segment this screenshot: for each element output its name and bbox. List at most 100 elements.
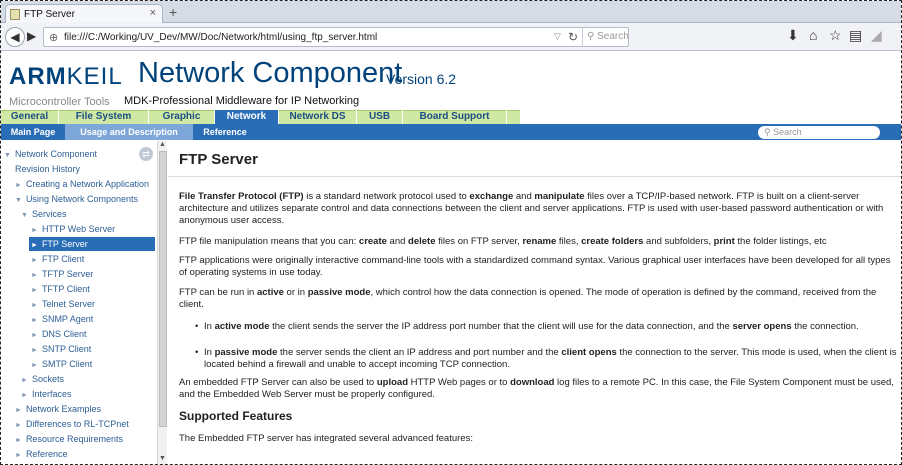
collapsed-arrow-icon[interactable]: ► bbox=[31, 287, 38, 294]
menu-tab-graphic[interactable]: Graphic bbox=[149, 110, 215, 124]
collapsed-arrow-icon[interactable]: ► bbox=[31, 257, 38, 264]
sidebar-item-differences-to-rl-tcpnet[interactable]: ► Differences to RL-TCPnet bbox=[15, 417, 129, 431]
paragraph-applications: FTP applications were originally interac… bbox=[179, 255, 891, 278]
expanded-arrow-icon[interactable]: ▼ bbox=[4, 152, 11, 159]
doc-search-placeholder: Search bbox=[773, 127, 802, 137]
text-run: FTP file manipulation means that you can… bbox=[179, 236, 359, 247]
url-text[interactable]: file:///C:/Working/UV_Dev/MW/Doc/Network… bbox=[64, 32, 377, 43]
collapsed-arrow-icon[interactable]: ► bbox=[15, 182, 22, 189]
sidebar-item-label: Network Examples bbox=[25, 404, 101, 414]
bold-term: delete bbox=[408, 236, 436, 247]
search-icon: ⚲ bbox=[587, 31, 598, 42]
home-icon[interactable]: ⌂ bbox=[809, 27, 817, 43]
collapsed-arrow-icon[interactable]: ► bbox=[31, 302, 38, 309]
collapsed-arrow-icon[interactable]: ► bbox=[31, 347, 38, 354]
collapsed-arrow-icon[interactable]: ► bbox=[15, 407, 22, 414]
paragraph-upload-download: An embedded FTP Server can also be used … bbox=[179, 377, 901, 401]
text-run: the connection. bbox=[791, 321, 859, 332]
pocket-icon[interactable]: ◢ bbox=[871, 27, 882, 44]
menu-tab-general[interactable]: General bbox=[1, 110, 59, 124]
section-tab-reference[interactable]: Reference bbox=[193, 124, 257, 140]
expanded-arrow-icon[interactable]: ▼ bbox=[15, 197, 22, 204]
menu-tab-network[interactable]: Network bbox=[215, 110, 279, 124]
back-icon[interactable]: ◀ bbox=[5, 27, 25, 47]
collapsed-arrow-icon[interactable]: ► bbox=[21, 377, 28, 384]
search-field[interactable]: ⚲ Search bbox=[582, 28, 630, 46]
paragraph-ftp-intro: File Transfer Protocol (FTP) is a standa… bbox=[179, 191, 901, 227]
section-tab-usage-and-description[interactable]: Usage and Description bbox=[65, 124, 193, 140]
section-tab-main-page[interactable]: Main Page bbox=[1, 124, 65, 140]
sidebar-item-tftp-client[interactable]: ► TFTP Client bbox=[31, 282, 90, 296]
new-tab-button[interactable]: + bbox=[169, 4, 177, 20]
sidebar-item-label: Creating a Network Application bbox=[25, 179, 150, 189]
sidebar-item-smtp-client[interactable]: ► SMTP Client bbox=[31, 357, 92, 371]
sidebar-item-sntp-client[interactable]: ► SNTP Client bbox=[31, 342, 91, 356]
menu-tab-network-ds[interactable]: Network DS bbox=[279, 110, 357, 124]
globe-icon: ⊕ bbox=[49, 32, 59, 44]
sidebar-item-using-network-components[interactable]: ▼ Using Network Components bbox=[15, 192, 138, 206]
sidebar-item-reference[interactable]: ► Reference bbox=[15, 447, 67, 461]
expanded-arrow-icon[interactable]: ▼ bbox=[21, 212, 28, 219]
sidebar-item-label: FTP Client bbox=[41, 254, 85, 264]
sidebar-item-services[interactable]: ▼ Services bbox=[21, 207, 66, 221]
bookmark-star-icon[interactable]: ☆ bbox=[829, 27, 842, 44]
bookmarks-list-icon[interactable]: ▤ bbox=[849, 27, 862, 44]
menu-tab-usb[interactable]: USB bbox=[357, 110, 403, 124]
text-run: HTTP Web pages or to bbox=[408, 377, 511, 388]
sidebar-item-interfaces[interactable]: ► Interfaces bbox=[21, 387, 71, 401]
sidebar-item-ftp-server[interactable]: ► FTP Server bbox=[29, 237, 155, 251]
scroll-up-icon[interactable]: ▲ bbox=[159, 141, 166, 148]
collapsed-arrow-icon[interactable]: ► bbox=[31, 242, 38, 249]
sidebar-item-network-component[interactable]: ▼ Network Component bbox=[4, 147, 97, 161]
menu-tab-board-support[interactable]: Board Support bbox=[403, 110, 507, 124]
scroll-down-icon[interactable]: ▼ bbox=[159, 455, 166, 462]
download-icon[interactable]: ⬇ bbox=[787, 27, 799, 44]
collapsed-arrow-icon[interactable]: ► bbox=[31, 227, 38, 234]
sidebar-item-http-web-server[interactable]: ► HTTP Web Server bbox=[31, 222, 115, 236]
sidebar-item-label: SNMP Agent bbox=[41, 314, 94, 324]
sidebar-item-label: Sockets bbox=[31, 374, 64, 384]
sidebar-scrollbar[interactable]: ▲ ▼ bbox=[157, 141, 167, 464]
bold-term: create bbox=[358, 236, 387, 247]
collapsed-arrow-icon[interactable]: ► bbox=[15, 437, 22, 444]
sidebar-item-dns-client[interactable]: ► DNS Client bbox=[31, 327, 86, 341]
page-title: FTP Server bbox=[179, 151, 258, 168]
url-dropdown-icon[interactable]: ▽ bbox=[554, 31, 561, 42]
sidebar-item-resource-requirements[interactable]: ► Resource Requirements bbox=[15, 432, 123, 446]
collapsed-arrow-icon[interactable]: ► bbox=[21, 392, 28, 399]
collapsed-arrow-icon[interactable]: ► bbox=[15, 422, 22, 429]
sidebar-item-telnet-server[interactable]: ► Telnet Server bbox=[31, 297, 95, 311]
browser-tab[interactable]: FTP Server × bbox=[5, 4, 163, 23]
title-divider bbox=[168, 176, 901, 177]
collapsed-arrow-icon[interactable]: ► bbox=[31, 362, 38, 369]
bullet-icon: • bbox=[195, 347, 199, 358]
bold-term: manipulate bbox=[534, 191, 585, 202]
sidebar-item-revision-history[interactable]: Revision History bbox=[15, 162, 80, 176]
logo-tagline: Microcontroller Tools bbox=[9, 96, 110, 108]
forward-icon[interactable]: ▶ bbox=[27, 29, 36, 43]
sidebar-item-snmp-agent[interactable]: ► SNMP Agent bbox=[31, 312, 93, 326]
bullet-icon: • bbox=[195, 321, 199, 332]
close-tab-icon[interactable]: × bbox=[150, 7, 156, 19]
reload-icon[interactable]: ↻ bbox=[568, 30, 578, 44]
sync-toc-icon[interactable]: ⇄ bbox=[139, 147, 153, 161]
sidebar-item-ftp-client[interactable]: ► FTP Client bbox=[31, 252, 84, 266]
sidebar-item-tftp-server[interactable]: ► TFTP Server bbox=[31, 267, 93, 281]
scrollbar-thumb[interactable] bbox=[159, 151, 167, 427]
product-title: Network Component bbox=[138, 57, 403, 89]
doc-search-input[interactable]: ⚲ Search bbox=[758, 126, 880, 139]
collapsed-arrow-icon[interactable]: ► bbox=[15, 452, 22, 459]
collapsed-arrow-icon[interactable]: ► bbox=[31, 272, 38, 279]
collapsed-arrow-icon[interactable]: ► bbox=[31, 317, 38, 324]
sidebar-item-network-examples[interactable]: ► Network Examples bbox=[15, 402, 101, 416]
bold-term: File Transfer Protocol (FTP) bbox=[179, 191, 304, 202]
menu-tab-file-system[interactable]: File System bbox=[59, 110, 149, 124]
address-bar[interactable]: ⊕ file:///C:/Working/UV_Dev/MW/Doc/Netwo… bbox=[43, 27, 629, 47]
sidebar-item-creating-a-network-application[interactable]: ► Creating a Network Application bbox=[15, 177, 149, 191]
section-menu: Reference Usage and Description Main Page … bbox=[1, 124, 901, 140]
paragraph-file-manipulation: FTP file manipulation means that you can… bbox=[179, 236, 901, 248]
sidebar-item-sockets[interactable]: ► Sockets bbox=[21, 372, 64, 386]
collapsed-arrow-icon[interactable]: ► bbox=[31, 332, 38, 339]
paragraph-modes: FTP can be run in active or in passive m… bbox=[179, 287, 901, 311]
tab-title: FTP Server bbox=[24, 9, 75, 20]
